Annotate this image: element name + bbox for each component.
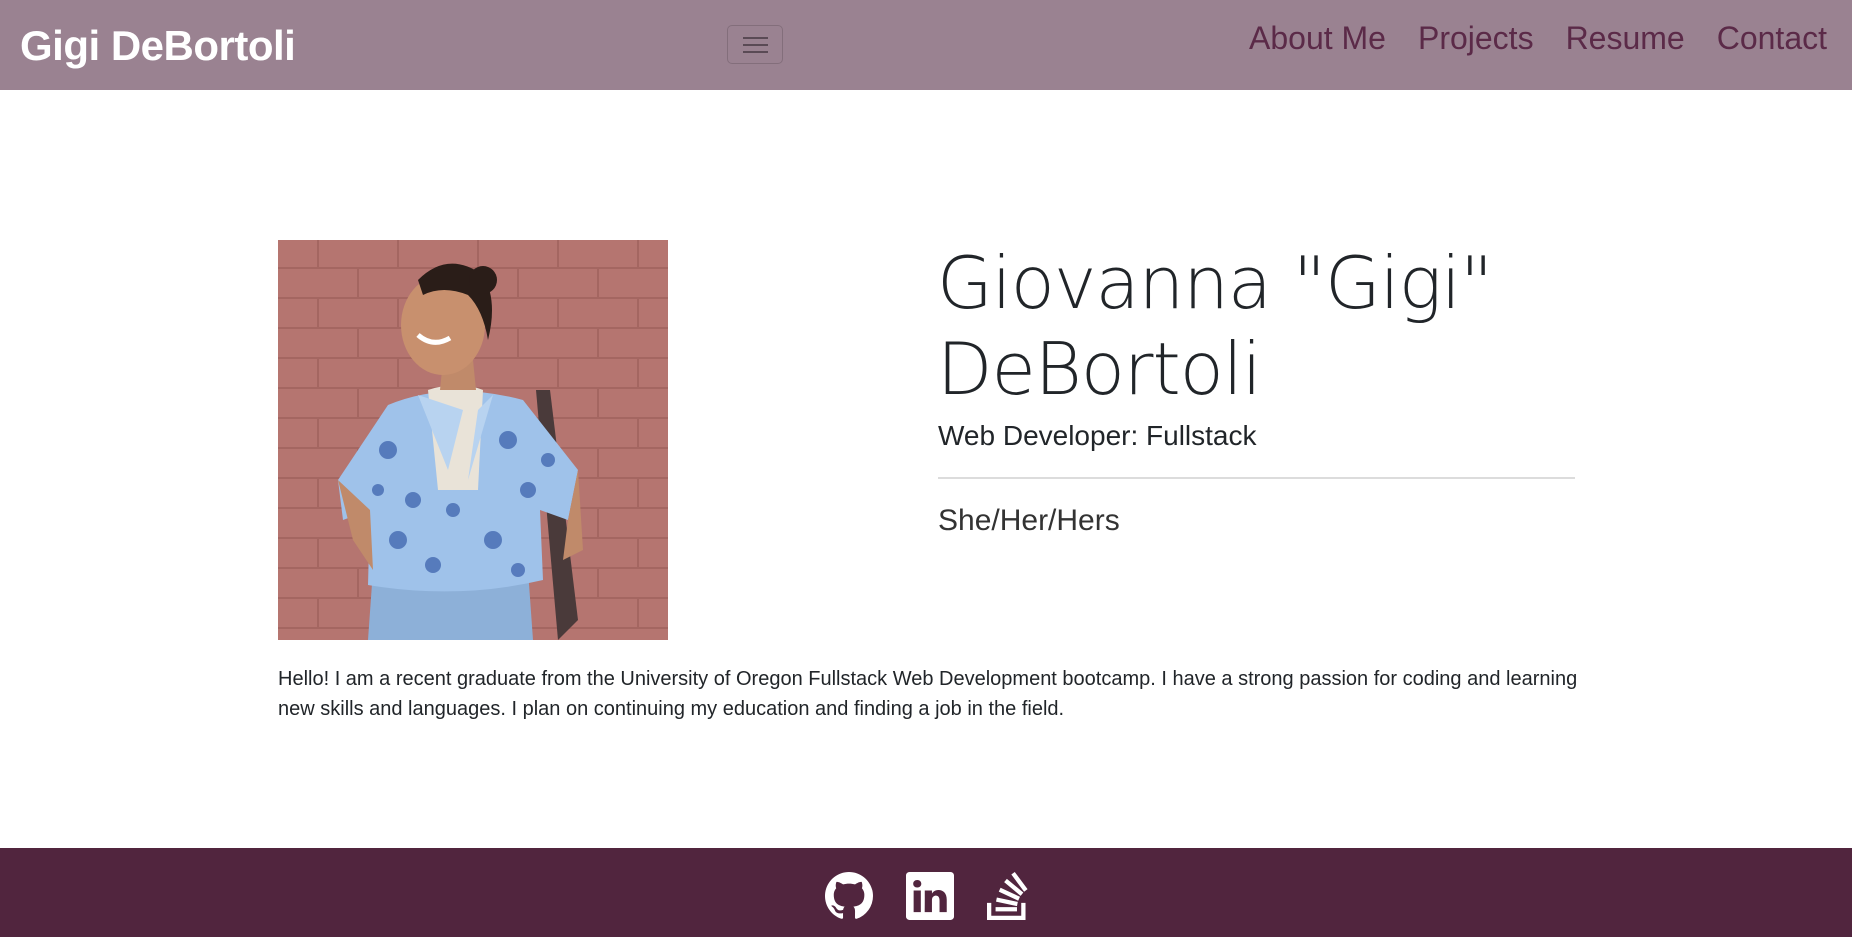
hamburger-icon-line [743,37,768,39]
github-link[interactable] [825,872,873,920]
profile-name: Giovanna "Gigi" DeBortoli [937,241,1493,411]
nav-links: About Me Projects Resume Contact [1249,20,1827,57]
stack-overflow-icon [987,872,1028,920]
hamburger-icon-line [743,51,768,53]
divider [938,477,1575,479]
hamburger-icon-line [743,44,768,46]
nav-link-about-me[interactable]: About Me [1249,20,1386,57]
github-icon [825,872,873,919]
navbar: Gigi DeBortoli About Me Projects Resume … [0,0,1852,90]
nav-link-projects[interactable]: Projects [1418,20,1534,57]
linkedin-link[interactable] [906,872,954,920]
brand-link[interactable]: Gigi DeBortoli [20,22,296,70]
profile-role: Web Developer: Fullstack [938,420,1257,451]
footer [0,848,1852,937]
nav-link-resume[interactable]: Resume [1566,20,1685,57]
profile-pronouns: She/Her/Hers [938,504,1120,537]
profile-photo-illustration [278,240,668,640]
nav-link-contact[interactable]: Contact [1717,20,1827,57]
profile-bio: Hello! I am a recent graduate from the U… [278,668,1578,720]
linkedin-icon [906,872,954,920]
stack-overflow-link[interactable] [984,872,1032,920]
navbar-toggler-button[interactable] [727,25,783,64]
profile-photo [278,240,668,640]
